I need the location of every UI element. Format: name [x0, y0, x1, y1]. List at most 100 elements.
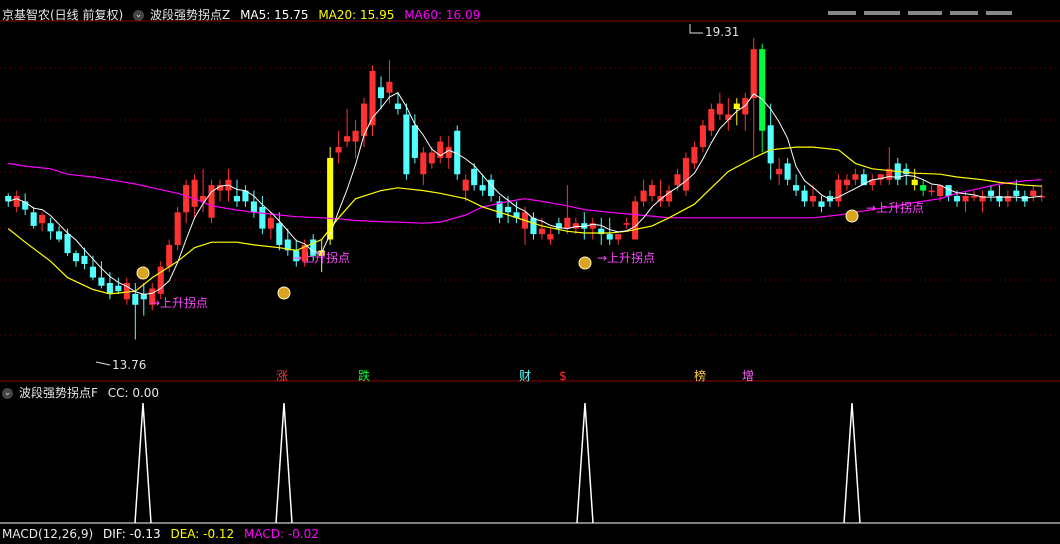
candle-body: [835, 179, 842, 202]
event-tag[interactable]: 榜: [694, 368, 706, 383]
candle-body: [1013, 190, 1020, 196]
candle-body: [691, 147, 698, 164]
cc-spike: [134, 402, 152, 524]
candle-body: [276, 223, 283, 245]
candle-body: [903, 168, 910, 175]
candle-body: [335, 147, 342, 153]
candle-body: [377, 87, 385, 99]
candle-body: [115, 285, 122, 292]
candle-body: [352, 130, 359, 142]
candlestick-chart[interactable]: 19.31 13.76 →上升拐点 →上升拐点 →上升拐点 →上升拐点涨 跌 财 $ 榜 增: [0, 0, 1060, 534]
candle-body: [699, 125, 706, 148]
candle-body: [39, 215, 46, 224]
candle-body: [394, 103, 401, 109]
event-tag[interactable]: 涨: [276, 368, 288, 383]
high-price-label: 19.31: [705, 25, 739, 39]
macd-value: MACD: -0.02: [244, 527, 319, 541]
candle-body: [386, 81, 393, 93]
candle-body: [547, 234, 554, 240]
candle-body: [674, 174, 681, 186]
candle-body: [106, 283, 113, 294]
candle-body: [606, 234, 613, 240]
candle-body: [47, 223, 54, 232]
candle-body: [344, 136, 351, 142]
sub-chart-header: ⌄ 波段强势拐点F CC: 0.00: [2, 383, 165, 403]
candle-body: [928, 190, 935, 193]
candle-body: [776, 168, 783, 175]
signal-label: →上升拐点: [150, 295, 208, 310]
candle-body: [30, 212, 37, 226]
high-marker: [689, 24, 703, 34]
candle-body: [505, 206, 512, 213]
candle-body: [72, 253, 80, 262]
candle-body: [767, 125, 774, 164]
signal-label: →上升拐点: [597, 250, 655, 265]
candle-body: [632, 201, 639, 240]
sub-indicator-title[interactable]: 波段强势拐点F: [19, 386, 98, 400]
candle-body: [250, 201, 257, 213]
event-tag[interactable]: $: [559, 369, 567, 383]
signal-label: →上升拐点: [866, 200, 924, 215]
candle-body: [640, 190, 647, 202]
money-bag-icon: [578, 256, 592, 270]
event-tag[interactable]: 财: [519, 369, 531, 383]
macd-title[interactable]: MACD(12,26,9): [2, 527, 93, 541]
dea-value: DEA: -0.12: [170, 527, 235, 541]
candle-body: [564, 217, 571, 229]
candle-body: [191, 179, 198, 207]
cc-value: CC: 0.00: [107, 386, 160, 400]
candle-body: [471, 168, 478, 186]
event-tag[interactable]: 增: [742, 369, 754, 383]
candle-body: [174, 212, 181, 245]
candle-body: [428, 152, 435, 164]
cc-spike: [576, 402, 594, 524]
money-bag-icon: [277, 286, 291, 300]
candle-body: [682, 157, 690, 191]
candle-body: [538, 228, 545, 235]
candle-body: [259, 206, 266, 229]
candle-body: [708, 109, 715, 131]
candle-body: [784, 163, 791, 180]
candle-body: [920, 185, 927, 191]
cc-spike: [843, 402, 861, 524]
candle-body: [183, 185, 190, 213]
macd-header: MACD(12,26,9) DIF: -0.13 DEA: -0.12 MACD…: [2, 524, 325, 544]
candle-body: [962, 196, 969, 202]
candle-body: [462, 179, 469, 191]
money-bag-icon: [845, 209, 859, 223]
ma5-line: [8, 92, 1042, 295]
candle-body: [1021, 196, 1028, 202]
signal-label: →上升拐点: [292, 250, 350, 265]
candle-body: [267, 217, 274, 229]
candle-body: [623, 223, 630, 225]
event-tag[interactable]: 跌: [358, 368, 370, 383]
candle-body: [818, 201, 825, 207]
candle-body: [445, 147, 452, 158]
sub-indicator-menu-icon[interactable]: ⌄: [2, 388, 13, 399]
candle-body: [843, 179, 850, 186]
candle-body: [233, 196, 241, 202]
dif-value: DIF: -0.13: [102, 527, 161, 541]
candle-body: [759, 49, 766, 131]
candle-body: [801, 190, 808, 202]
money-bag-icon: [136, 266, 150, 280]
candle-body: [649, 185, 656, 196]
candle-body: [411, 125, 418, 158]
candle-body: [750, 49, 757, 99]
candle-body: [987, 190, 994, 196]
candle-body: [793, 185, 800, 191]
candle-body: [530, 217, 537, 235]
candle-body: [420, 152, 427, 175]
candle-body: [911, 179, 918, 186]
candle-body: [1030, 190, 1037, 196]
candle-body: [970, 196, 978, 198]
candle-body: [81, 255, 88, 264]
candle-body: [615, 234, 622, 240]
candle-body: [733, 103, 740, 109]
candle-body: [13, 196, 20, 207]
candle-body: [166, 244, 173, 267]
low-price-label: 13.76: [112, 358, 146, 372]
candle-body: [572, 223, 579, 229]
candle-body: [852, 174, 859, 180]
candle-body: [98, 277, 105, 286]
